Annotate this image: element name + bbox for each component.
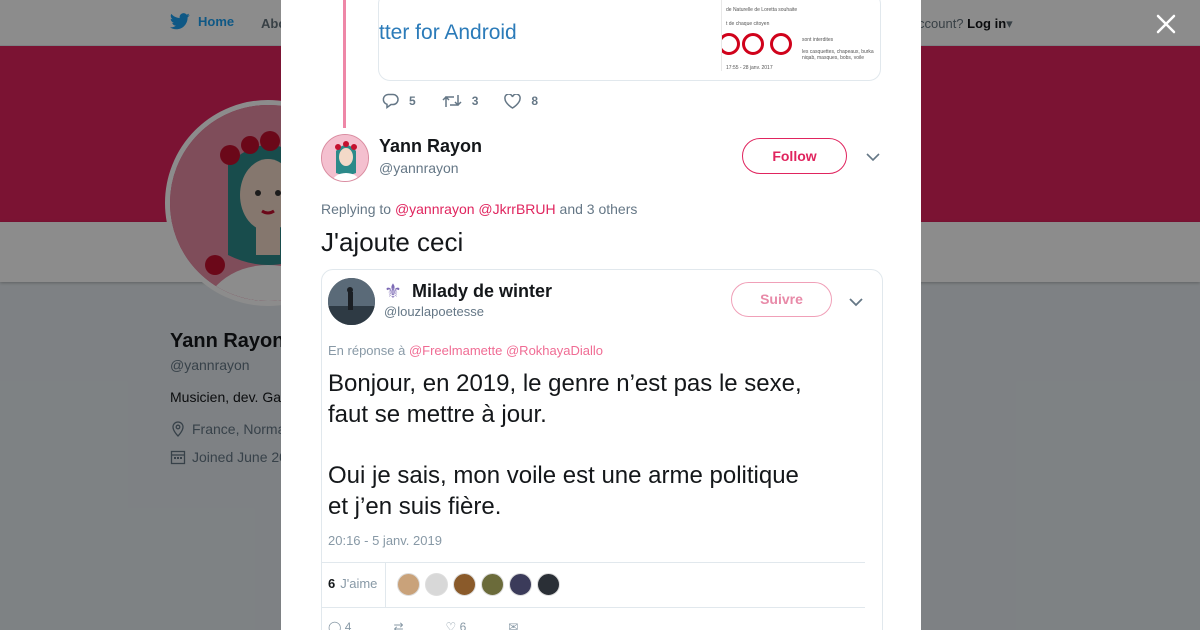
reply-icon bbox=[382, 93, 399, 109]
replying-suffix[interactable]: and 3 others bbox=[560, 201, 638, 217]
embedded-likes: 6 J'aime bbox=[328, 576, 377, 591]
thread-line bbox=[343, 0, 346, 128]
like-count: 8 bbox=[531, 94, 539, 108]
chevron-down-icon bbox=[866, 153, 880, 162]
divider bbox=[322, 607, 865, 608]
liker-avatars bbox=[397, 573, 560, 596]
liker-avatar bbox=[453, 573, 476, 596]
embedded-text-line: faut se mettre à jour. bbox=[328, 401, 547, 428]
heart-icon: ♡ bbox=[445, 620, 457, 630]
embedded-reply-prefix: En réponse à bbox=[328, 343, 406, 358]
retweet-icon bbox=[442, 95, 462, 107]
liker-avatar bbox=[425, 573, 448, 596]
card-image: de Naturelle de Loretta souhaite t de ch… bbox=[721, 0, 879, 71]
embedded-text-line: Oui je sais, mon voile est une arme poli… bbox=[328, 462, 799, 489]
embedded-like: ♡ 6 bbox=[446, 620, 467, 630]
chevron-down-icon bbox=[849, 294, 863, 312]
embedded-avatar bbox=[328, 278, 375, 325]
embedded-name: Milady de winter bbox=[412, 281, 553, 301]
tweet-author-avatar[interactable] bbox=[321, 134, 369, 182]
embedded-handle: @louzlapoetesse bbox=[384, 304, 484, 319]
like-action[interactable]: 8 bbox=[504, 93, 539, 109]
retweet-count: 3 bbox=[471, 94, 479, 108]
tweet-author-name[interactable]: Yann Rayon bbox=[379, 136, 482, 157]
mail-icon: ✉ bbox=[508, 620, 519, 630]
tweet-text: J'ajoute ceci bbox=[321, 227, 464, 257]
reply-icon: ◯ bbox=[328, 620, 342, 630]
avatar-photo bbox=[328, 278, 375, 325]
embedded-follow-button: Suivre bbox=[731, 282, 832, 317]
replying-to: Replying to @yannrayon @JkrrBRUH and 3 o… bbox=[321, 201, 637, 217]
divider bbox=[322, 562, 865, 563]
previous-tweet-actions: 5 3 8 bbox=[382, 93, 564, 109]
reply-count: 5 bbox=[409, 94, 416, 108]
embedded-mention: @RokhayaDiallo bbox=[505, 343, 604, 358]
embedded-mention: @Freelmamette bbox=[408, 343, 503, 358]
tweet-menu-button[interactable] bbox=[865, 150, 881, 164]
embedded-likes-label: J'aime bbox=[340, 576, 378, 591]
tweet-author-handle[interactable]: @yannrayon bbox=[379, 160, 459, 176]
tweet-attached-image[interactable]: ⚜ Milady de winter @louzlapoetesse Suivr… bbox=[321, 269, 883, 630]
liker-avatar bbox=[397, 573, 420, 596]
avatar-illustration bbox=[322, 135, 368, 181]
replying-prefix: Replying to bbox=[321, 201, 392, 217]
retweet-icon: ⇄ bbox=[393, 620, 404, 630]
fleur-de-lis-icon: ⚜ bbox=[384, 281, 402, 303]
embedded-reply-count: 4 bbox=[344, 620, 352, 630]
card-text: tter for Android bbox=[379, 21, 517, 44]
embedded-actions: ◯ 4 ⇄ ♡ 6 ✉ bbox=[328, 620, 518, 630]
embedded-likes-count: 6 bbox=[328, 576, 336, 591]
close-icon bbox=[1156, 14, 1176, 34]
close-button[interactable] bbox=[1152, 10, 1180, 38]
reply-mention-link[interactable]: @yannrayon bbox=[395, 201, 475, 217]
heart-icon bbox=[504, 93, 522, 109]
embedded-text-line: Bonjour, en 2019, le genre n’est pas le … bbox=[328, 370, 802, 397]
embedded-reply-to: En réponse à @Freelmamette @RokhayaDiall… bbox=[328, 343, 603, 358]
liker-avatar bbox=[509, 573, 532, 596]
follow-button[interactable]: Follow bbox=[742, 138, 847, 174]
liker-avatar bbox=[537, 573, 560, 596]
embedded-reply: ◯ 4 bbox=[328, 620, 351, 630]
previous-tweet-card[interactable]: tter for Android de Naturelle de Loretta… bbox=[378, 0, 881, 81]
tweet-modal: tter for Android de Naturelle de Loretta… bbox=[281, 0, 921, 630]
liker-avatar bbox=[481, 573, 504, 596]
embedded-retweet: ⇄ bbox=[393, 620, 403, 630]
embedded-date: 20:16 - 5 janv. 2019 bbox=[328, 533, 442, 548]
divider bbox=[385, 562, 386, 607]
retweet-action[interactable]: 3 bbox=[442, 94, 479, 108]
reply-action[interactable]: 5 bbox=[382, 93, 416, 109]
embedded-like-count: 6 bbox=[459, 620, 467, 630]
embedded-text-line: et j’en suis fière. bbox=[328, 493, 502, 520]
reply-mention-link[interactable]: @JkrrBRUH bbox=[478, 201, 555, 217]
